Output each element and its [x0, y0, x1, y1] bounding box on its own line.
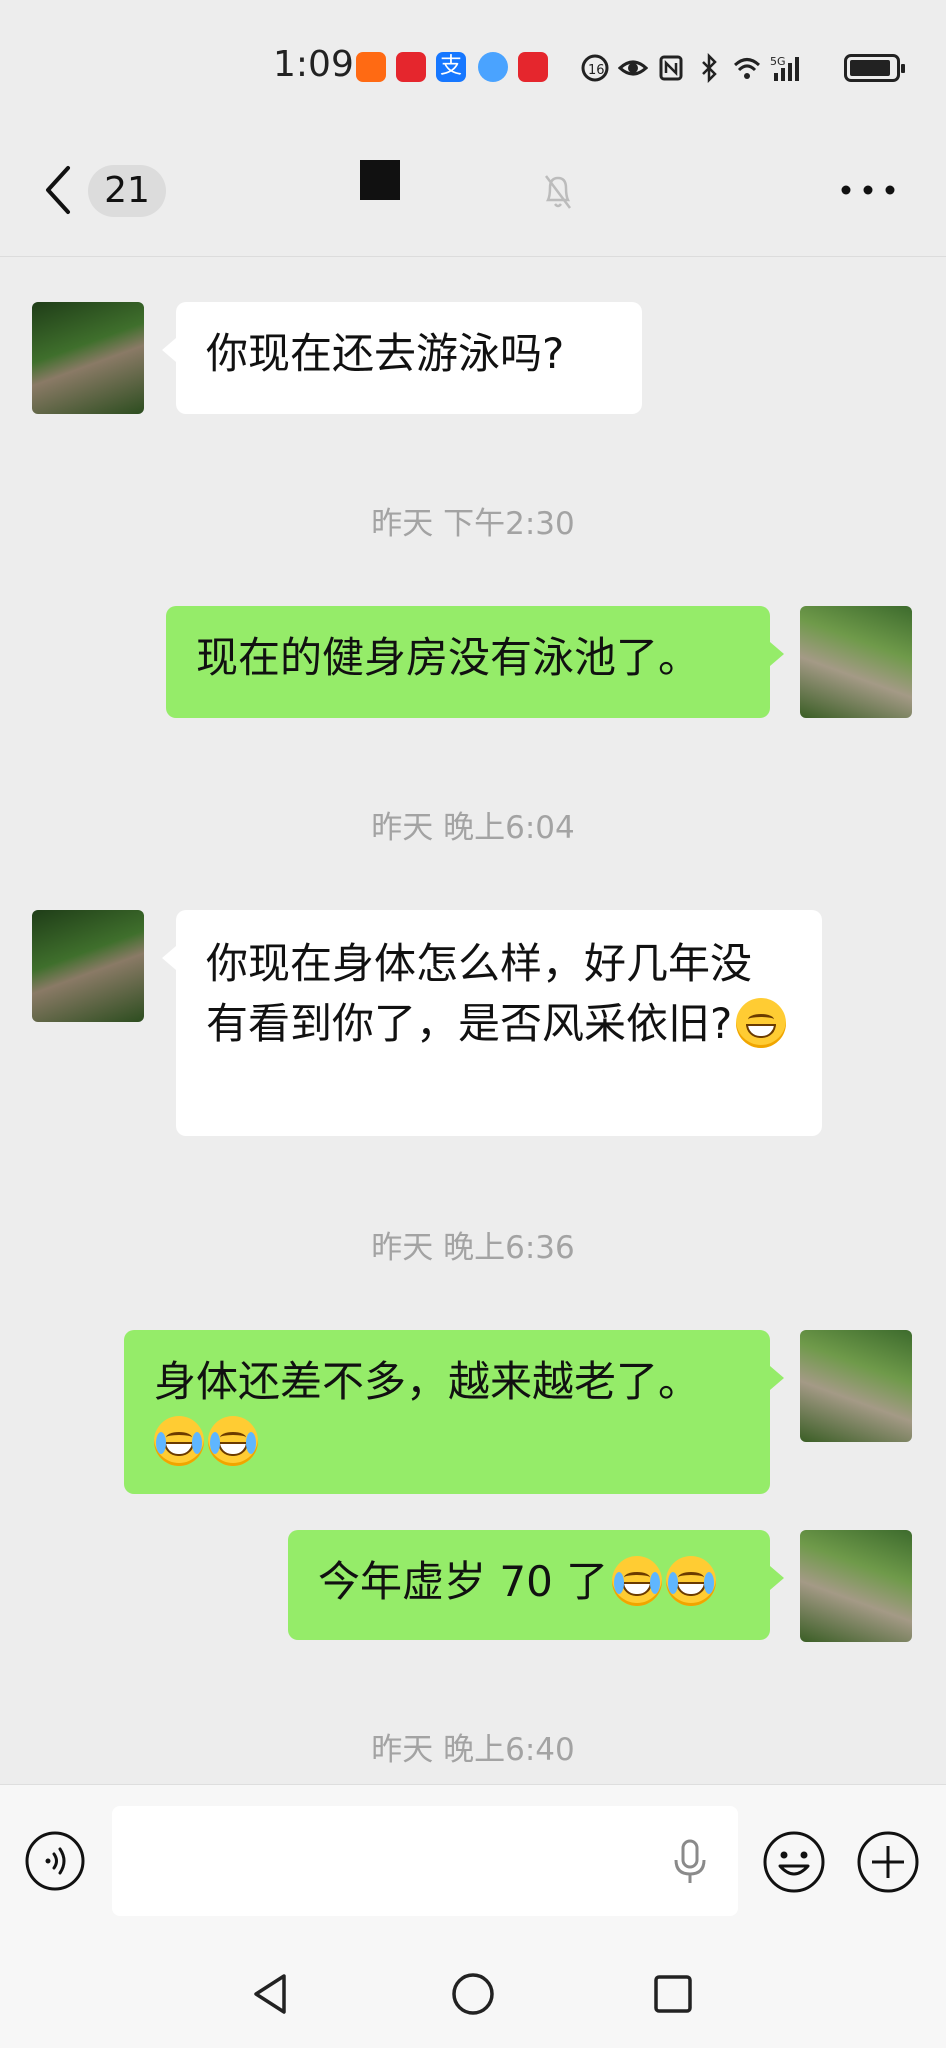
message-text: 现在的健身房没有泳池了。 — [196, 633, 701, 682]
app-icon-red — [396, 52, 426, 82]
chat-title — [360, 160, 400, 200]
unread-count-badge[interactable]: 21 — [88, 165, 166, 217]
message-input[interactable] — [112, 1806, 738, 1916]
hd-icon: 16 — [581, 54, 609, 82]
message-timestamp: 昨天 晚上6:04 — [371, 810, 575, 846]
svg-text:5G: 5G — [770, 55, 786, 68]
eye-icon — [618, 60, 648, 76]
avatar-contact[interactable] — [32, 910, 144, 1022]
message-timestamp: 昨天 晚上6:40 — [371, 1732, 575, 1768]
laugh-cry-emoji — [154, 1416, 204, 1466]
avatar-self[interactable] — [800, 1330, 912, 1442]
status-time: 1:09 — [273, 44, 354, 85]
back-arrow-icon[interactable] — [40, 162, 76, 218]
message-bubble-received[interactable]: 你现在身体怎么样，好几年没有看到你了，是否风采依旧? — [162, 910, 822, 1136]
plus-icon[interactable] — [856, 1830, 920, 1894]
bluetooth-icon — [702, 53, 717, 83]
grin-emoji — [736, 998, 787, 1048]
message-text: 今年虚岁 70 了 — [318, 1557, 609, 1606]
avatar-contact[interactable] — [32, 302, 144, 414]
nfc-icon — [659, 55, 683, 81]
message-text: 你现在身体怎么样，好几年没有看到你了，是否风采依旧? — [206, 939, 753, 1048]
message-bubble-sent[interactable]: 现在的健身房没有泳池了。 — [166, 606, 784, 718]
voice-mode-icon[interactable] — [24, 1830, 86, 1892]
message-text: 你现在还去游泳吗? — [206, 329, 565, 378]
app-icon-orange — [356, 52, 386, 82]
message-bubble-sent[interactable]: 身体还差不多，越来越老了。 — [124, 1330, 784, 1494]
laugh-cry-emoji — [208, 1416, 258, 1466]
system-icons: 16 5G — [580, 48, 806, 88]
message-bubble-sent[interactable]: 今年虚岁 70 了 — [288, 1530, 784, 1640]
bell-muted-icon — [545, 175, 571, 209]
avatar-self[interactable] — [800, 1530, 912, 1642]
emoji-icon[interactable] — [762, 1830, 826, 1894]
avatar-self[interactable] — [800, 606, 912, 718]
mic-icon[interactable] — [670, 1838, 710, 1886]
battery-icon — [844, 54, 905, 82]
svg-text:16: 16 — [588, 63, 605, 78]
more-dots-icon[interactable] — [838, 178, 898, 202]
app-icon-red — [518, 52, 548, 82]
message-text: 身体还差不多，越来越老了。 — [154, 1357, 701, 1406]
nav-back-icon[interactable] — [250, 1972, 290, 2016]
wifi-icon — [733, 58, 761, 79]
laugh-cry-emoji — [612, 1556, 663, 1606]
signal-5g-icon: 5G — [770, 55, 799, 81]
message-bubble-received[interactable]: 你现在还去游泳吗? — [162, 302, 642, 414]
nav-home-icon[interactable] — [451, 1972, 495, 2016]
message-timestamp: 昨天 下午2:30 — [371, 506, 575, 542]
status-bar: 1:09 支 16 5G — [0, 0, 946, 120]
laugh-cry-emoji — [666, 1556, 717, 1606]
message-timestamp: 昨天 晚上6:36 — [371, 1230, 575, 1266]
browser-icon — [478, 52, 508, 82]
nav-recent-apps-icon[interactable] — [653, 1974, 693, 2014]
alipay-icon: 支 — [436, 52, 466, 82]
